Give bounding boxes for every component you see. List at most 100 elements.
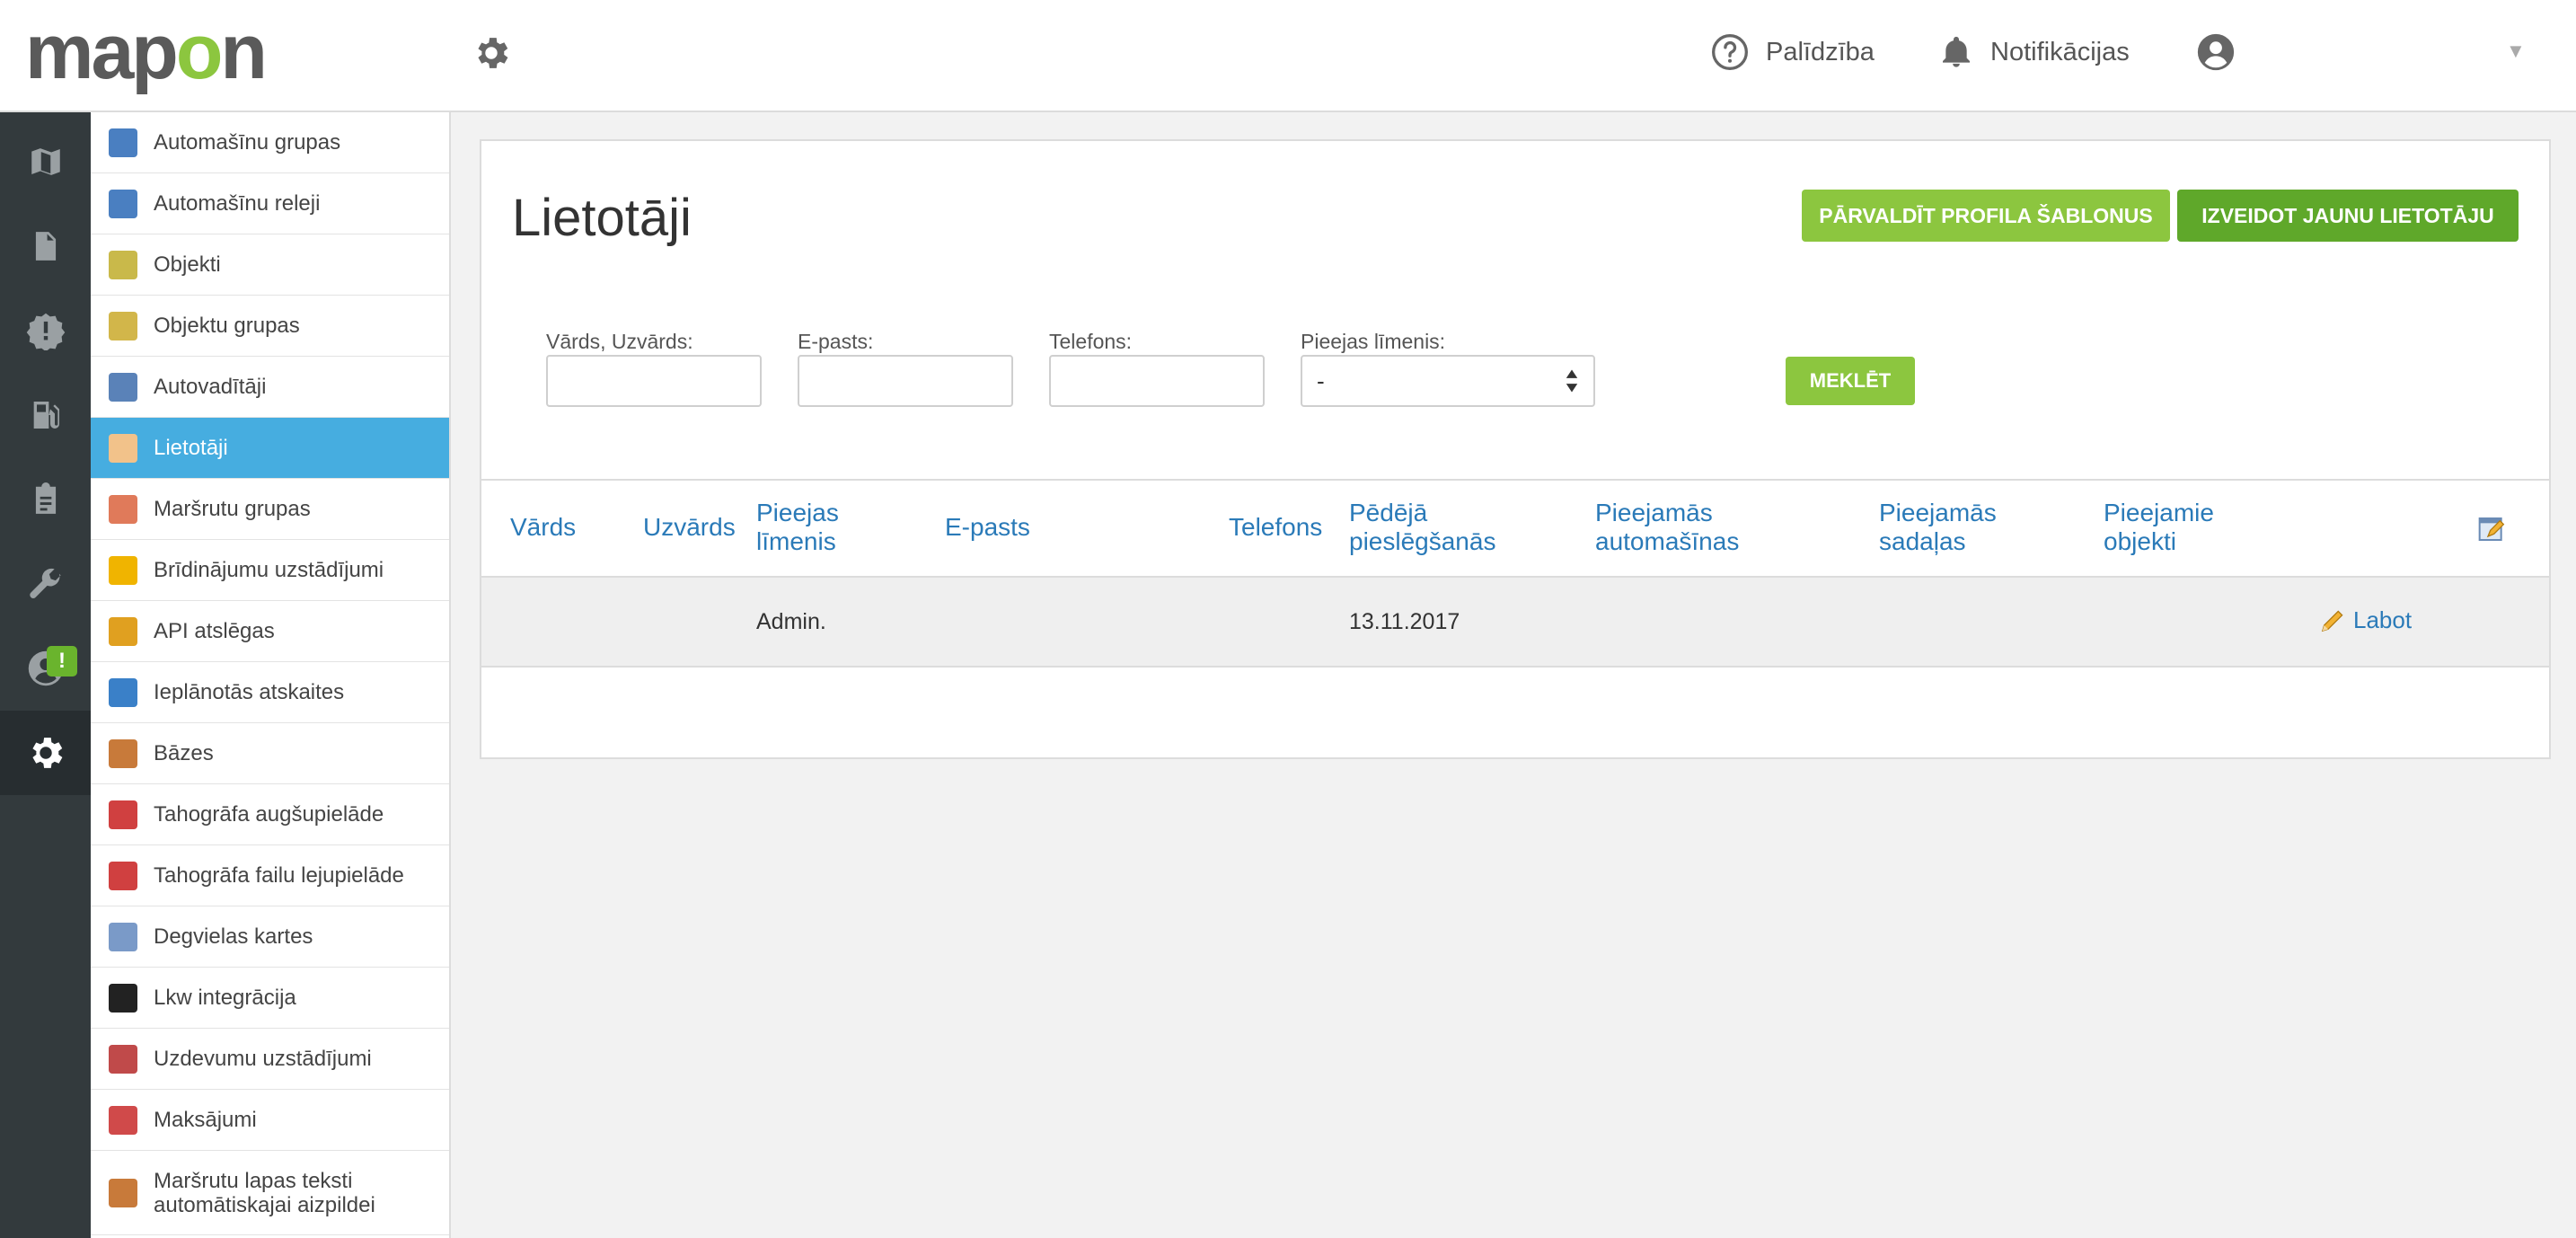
email-filter-label: E-pasts:	[798, 330, 874, 353]
menu-item-lkw[interactable]: Lkw integrācija	[91, 968, 449, 1029]
tachograph-download-icon	[109, 861, 137, 890]
menu-item-label: Automašīnu grupas	[154, 130, 341, 155]
access-level-value: -	[1317, 367, 1325, 394]
rail-fuel[interactable]	[0, 373, 91, 457]
menu-item-label: Objektu grupas	[154, 314, 300, 338]
name-filter-input[interactable]	[546, 355, 762, 407]
user-avatar-icon	[2197, 33, 2235, 71]
user-dropdown-caret-icon[interactable]: ▼	[2506, 40, 2526, 63]
cell-access-level: Admin.	[756, 609, 826, 634]
rail-reports[interactable]	[0, 204, 91, 288]
edit-user-link[interactable]: Labot	[2319, 606, 2412, 634]
col-last-login[interactable]: Pēdējā pieslēgšanās	[1349, 499, 1495, 556]
menu-item-tachograph-upload[interactable]: Tahogrāfa augšupielāde	[91, 784, 449, 845]
col-available-objects-line1: Pieejamie	[2104, 499, 2214, 526]
rail-tasks[interactable]	[0, 457, 91, 542]
col-email[interactable]: E-pasts	[945, 513, 1030, 542]
help-label: Palīdzība	[1766, 37, 1875, 66]
menu-item-drivers[interactable]: Autovadītāji	[91, 357, 449, 418]
menu-item-tachograph-download[interactable]: Tahogrāfa failu lejupielāde	[91, 845, 449, 906]
col-last-login-line1: Pēdējā	[1349, 499, 1428, 526]
menu-item-label: Degvielas kartes	[154, 924, 313, 949]
col-first-name[interactable]: Vārds	[510, 513, 576, 542]
phone-filter-input[interactable]	[1049, 355, 1265, 407]
main-nav-rail: !	[0, 112, 91, 1238]
menu-item-label: Uzdevumu uzstādījumi	[154, 1047, 372, 1071]
menu-item-tasks[interactable]: Uzdevumu uzstādījumi	[91, 1029, 449, 1090]
menu-item-car-relay[interactable]: Automašīnu releji	[91, 173, 449, 234]
phone-filter-label: Telefons:	[1049, 330, 1133, 353]
users-table-header: Vārds Uzvārds Pieejas līmenis E-pasts Te…	[481, 479, 2549, 578]
users-panel: Lietotāji PĀRVALDĪT PROFILA ŠABLONUS IZV…	[480, 139, 2551, 759]
top-header: mapon Palīdzība Notifikācijas ▼	[0, 0, 2576, 112]
menu-item-label: Objekti	[154, 252, 221, 277]
cell-last-login: 13.11.2017	[1349, 609, 1460, 634]
menu-item-label: Tahogrāfa failu lejupielāde	[154, 863, 404, 888]
email-filter-input[interactable]	[798, 355, 1013, 407]
table-row: Admin. 13.11.2017 Labot	[481, 578, 2549, 668]
col-available-objects[interactable]: Pieejamie objekti	[2104, 499, 2214, 556]
manage-profile-templates-button[interactable]: PĀRVALDĪT PROFILA ŠABLONUS	[1802, 190, 2170, 242]
col-access-level[interactable]: Pieejas līmenis	[756, 499, 839, 556]
map-icon	[31, 148, 60, 175]
menu-item-label: Maršrutu grupas	[154, 497, 311, 521]
menu-item-warning[interactable]: Brīdinājumu uzstādījumi	[91, 540, 449, 601]
profile-notification-badge: !	[47, 646, 77, 676]
rail-alerts[interactable]	[0, 288, 91, 373]
menu-item-route-groups[interactable]: Maršrutu grupas	[91, 479, 449, 540]
settings-menu: Automašīnu grupas Automašīnu releji Objekt…	[91, 112, 451, 1238]
payments-icon	[109, 1105, 137, 1135]
tasks-icon	[109, 1044, 137, 1074]
col-available-sections[interactable]: Pieejamās sadaļas	[1879, 499, 1997, 556]
column-settings-icon[interactable]	[2477, 515, 2506, 544]
menu-item-users[interactable]: Lietotāji	[91, 418, 449, 479]
object-groups-icon	[109, 311, 137, 340]
user-menu[interactable]	[2195, 27, 2236, 77]
menu-item-label: Tahogrāfa augšupielāde	[154, 802, 384, 827]
mapon-logo[interactable]: mapon	[25, 9, 268, 95]
warning-icon	[109, 555, 137, 585]
route-sheet-icon	[109, 1178, 137, 1207]
settings-gear-icon[interactable]	[471, 32, 512, 74]
search-button[interactable]: MEKLĒT	[1786, 357, 1915, 405]
col-last-name[interactable]: Uzvārds	[643, 513, 736, 542]
fuel-pump-icon	[33, 402, 59, 429]
menu-item-label: Brīdinājumu uzstādījumi	[154, 558, 384, 582]
col-available-objects-line2: objekti	[2104, 527, 2176, 555]
menu-item-label: Lkw integrācija	[154, 986, 296, 1010]
menu-item-label: Maksājumi	[154, 1108, 257, 1132]
logo-text: mapon	[25, 8, 268, 95]
menu-item-car-group[interactable]: Automašīnu grupas	[91, 112, 449, 173]
col-last-login-line2: pieslēgšanās	[1349, 527, 1496, 555]
create-user-button[interactable]: IZVEIDOT JAUNU LIETOTĀJU	[2177, 190, 2519, 242]
wrench-icon	[29, 568, 61, 598]
menu-item-route-sheet[interactable]: Maršrutu lapas teksti automātiskajai aiz…	[91, 1151, 449, 1235]
pencil-icon	[2321, 609, 2343, 632]
menu-item-payments[interactable]: Maksājumi	[91, 1090, 449, 1151]
menu-item-objects[interactable]: Objekti	[91, 234, 449, 296]
edit-label: Labot	[2353, 606, 2413, 633]
col-access-level-line2: līmenis	[756, 527, 836, 555]
key-icon	[109, 616, 137, 646]
rail-settings[interactable]	[0, 711, 91, 795]
col-phone[interactable]: Telefons	[1229, 513, 1322, 542]
help-link[interactable]: Palīdzība	[1710, 27, 1875, 77]
house-icon	[109, 738, 137, 768]
menu-item-house[interactable]: Bāzes	[91, 723, 449, 784]
tachograph-upload-icon	[109, 800, 137, 829]
menu-item-object-groups[interactable]: Objektu grupas	[91, 296, 449, 357]
rail-map[interactable]	[0, 119, 91, 204]
access-level-select[interactable]: -	[1301, 355, 1595, 407]
col-available-cars-line2: automašīnas	[1595, 527, 1740, 555]
objects-icon	[109, 250, 137, 279]
notifications-link[interactable]: Notifikācijas	[1938, 27, 2130, 77]
rail-service[interactable]	[0, 542, 91, 626]
menu-item-alarm-clock[interactable]: Ieplānotās atskaites	[91, 662, 449, 723]
document-icon	[35, 232, 56, 261]
menu-item-fuel-cards[interactable]: Degvielas kartes	[91, 906, 449, 968]
menu-item-key[interactable]: API atslēgas	[91, 601, 449, 662]
menu-item-label: Bāzes	[154, 741, 214, 765]
page-title: Lietotāji	[512, 189, 692, 247]
col-available-cars[interactable]: Pieejamās automašīnas	[1595, 499, 1739, 556]
menu-item-label: Autovadītāji	[154, 375, 267, 399]
